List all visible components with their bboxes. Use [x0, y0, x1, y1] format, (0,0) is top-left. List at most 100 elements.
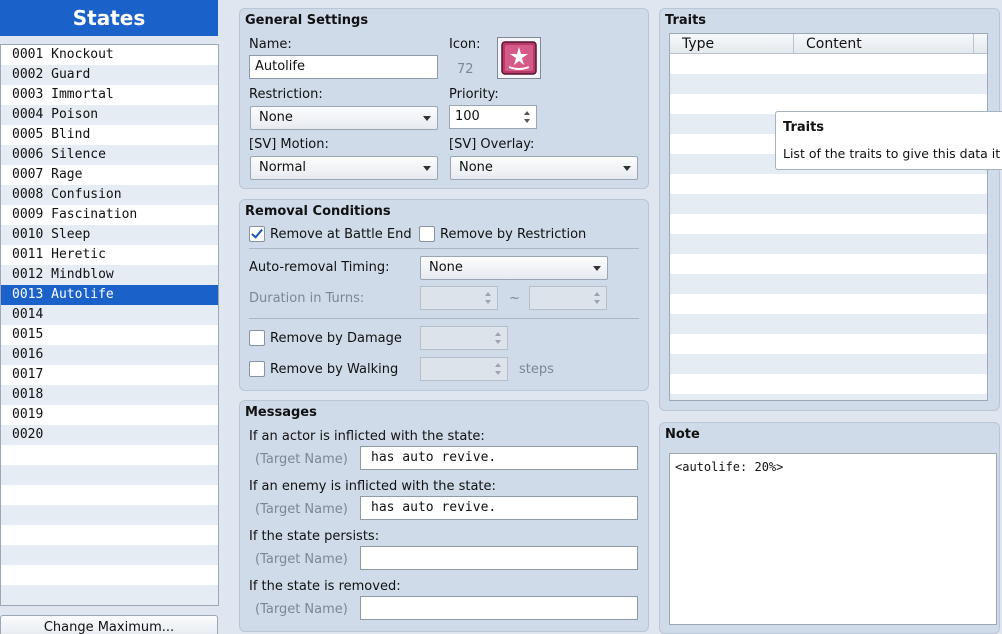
note-textarea[interactable]: <autolife: 20%> [669, 453, 997, 625]
remove-battle-end-label[interactable]: Remove at Battle End [270, 227, 412, 242]
state-list-item[interactable]: 0009 Fascination [1, 205, 218, 225]
remove-damage-checkbox[interactable] [249, 330, 265, 346]
trait-row[interactable] [670, 74, 987, 94]
auto-timing-select[interactable]: None [420, 256, 608, 280]
spin-down-icon[interactable] [495, 340, 501, 344]
name-label: Name: [249, 37, 292, 52]
persist-message-label: If the state persists: [249, 529, 380, 544]
state-list-item[interactable]: 0005 Blind [1, 125, 218, 145]
remove-walking-label[interactable]: Remove by Walking [270, 362, 398, 377]
spin-up-icon[interactable] [594, 292, 600, 296]
name-input[interactable]: Autolife [249, 55, 438, 79]
spin-down-icon[interactable] [594, 300, 600, 304]
general-settings-title: General Settings [245, 13, 369, 28]
trait-row[interactable] [670, 174, 987, 194]
remove-restriction-label[interactable]: Remove by Restriction [440, 227, 586, 242]
state-list-item[interactable]: 0006 Silence [1, 145, 218, 165]
state-list-item[interactable]: 0019 [1, 405, 218, 425]
walking-steps-spinner[interactable] [420, 357, 508, 381]
checkmark-icon [251, 226, 263, 239]
state-list-item[interactable]: 0002 Guard [1, 65, 218, 85]
icon-label: Icon: [449, 37, 481, 52]
remove-restriction-checkbox[interactable] [419, 226, 435, 242]
state-list-empty-row [1, 445, 218, 465]
target-name-label: (Target Name) [255, 602, 348, 617]
tooltip-text: List of the traits to give this data it [783, 146, 1001, 161]
traits-table[interactable]: Type Content [669, 33, 988, 401]
state-list-item[interactable]: 0014 [1, 305, 218, 325]
trait-row[interactable] [670, 314, 987, 334]
target-name-label: (Target Name) [255, 452, 348, 467]
state-list-item[interactable]: 0010 Sleep [1, 225, 218, 245]
sv-motion-label: [SV] Motion: [249, 137, 329, 152]
actor-message-input[interactable]: has auto revive. [360, 446, 638, 470]
divider [249, 318, 639, 319]
state-list-item[interactable]: 0012 Mindblow [1, 265, 218, 285]
traits-panel: Traits Type Content [659, 8, 1000, 411]
target-name-label: (Target Name) [255, 502, 348, 517]
spin-down-icon[interactable] [524, 119, 530, 123]
state-list-item[interactable]: 0011 Heretic [1, 245, 218, 265]
sv-overlay-select[interactable]: None [450, 156, 638, 180]
sv-motion-select[interactable]: Normal [250, 156, 438, 180]
damage-percent-spinner[interactable] [420, 326, 508, 350]
state-list-item[interactable]: 0003 Immortal [1, 85, 218, 105]
removed-message-input[interactable] [360, 596, 638, 620]
state-list[interactable]: 0001 Knockout 0002 Guard 0003 Immortal 0004… [0, 44, 219, 606]
traits-col-content[interactable]: Content [794, 34, 974, 54]
trait-row[interactable] [670, 54, 987, 74]
trait-row[interactable] [670, 234, 987, 254]
spin-down-icon[interactable] [485, 300, 491, 304]
trait-row[interactable] [670, 194, 987, 214]
remove-damage-label[interactable]: Remove by Damage [270, 331, 402, 346]
note-panel: Note <autolife: 20%> [659, 422, 1000, 634]
duration-max-spinner[interactable] [529, 286, 607, 310]
icon-picker[interactable] [497, 37, 541, 79]
state-list-item[interactable]: 0016 [1, 345, 218, 365]
remove-battle-end-checkbox[interactable] [249, 226, 265, 242]
chevron-down-icon [423, 166, 431, 171]
state-list-empty-row [1, 525, 218, 545]
sv-overlay-label: [SV] Overlay: [449, 137, 535, 152]
state-list-empty-row [1, 545, 218, 565]
restriction-value: None [259, 110, 293, 125]
state-list-item[interactable]: 0008 Confusion [1, 185, 218, 205]
duration-min-spinner[interactable] [420, 286, 498, 310]
state-list-item[interactable]: 0017 [1, 365, 218, 385]
trait-row[interactable] [670, 334, 987, 354]
spin-up-icon[interactable] [495, 363, 501, 367]
state-list-item[interactable]: 0004 Poison [1, 105, 218, 125]
target-name-label: (Target Name) [255, 552, 348, 567]
trait-row[interactable] [670, 354, 987, 374]
chevron-down-icon [623, 166, 631, 171]
remove-walking-checkbox[interactable] [249, 361, 265, 377]
priority-spinner[interactable]: 100 [449, 105, 537, 129]
messages-title: Messages [245, 405, 317, 420]
persist-message-input[interactable] [360, 546, 638, 570]
traits-col-type[interactable]: Type [670, 34, 794, 54]
trait-row[interactable] [670, 294, 987, 314]
spin-down-icon[interactable] [495, 371, 501, 375]
state-list-item[interactable]: 0001 Knockout [1, 45, 218, 65]
state-list-item[interactable]: 0007 Rage [1, 165, 218, 185]
spin-up-icon[interactable] [524, 111, 530, 115]
states-header: States [0, 0, 218, 36]
change-maximum-button[interactable]: Change Maximum... [0, 615, 218, 634]
state-list-item[interactable]: 0013 Autolife [1, 285, 218, 305]
enemy-message-input[interactable]: has auto revive. [360, 496, 638, 520]
icon-index: 72 [457, 62, 474, 77]
trait-row[interactable] [670, 254, 987, 274]
state-list-item[interactable]: 0018 [1, 385, 218, 405]
spin-up-icon[interactable] [495, 332, 501, 336]
trait-row[interactable] [670, 394, 987, 400]
trait-row[interactable] [670, 274, 987, 294]
trait-row[interactable] [670, 374, 987, 394]
restriction-select[interactable]: None [250, 106, 438, 130]
spin-up-icon[interactable] [485, 292, 491, 296]
state-list-item[interactable]: 0020 [1, 425, 218, 445]
state-list-empty-row [1, 485, 218, 505]
trait-row[interactable] [670, 214, 987, 234]
state-list-item[interactable]: 0015 [1, 325, 218, 345]
auto-timing-value: None [429, 260, 463, 275]
note-title: Note [665, 427, 700, 442]
